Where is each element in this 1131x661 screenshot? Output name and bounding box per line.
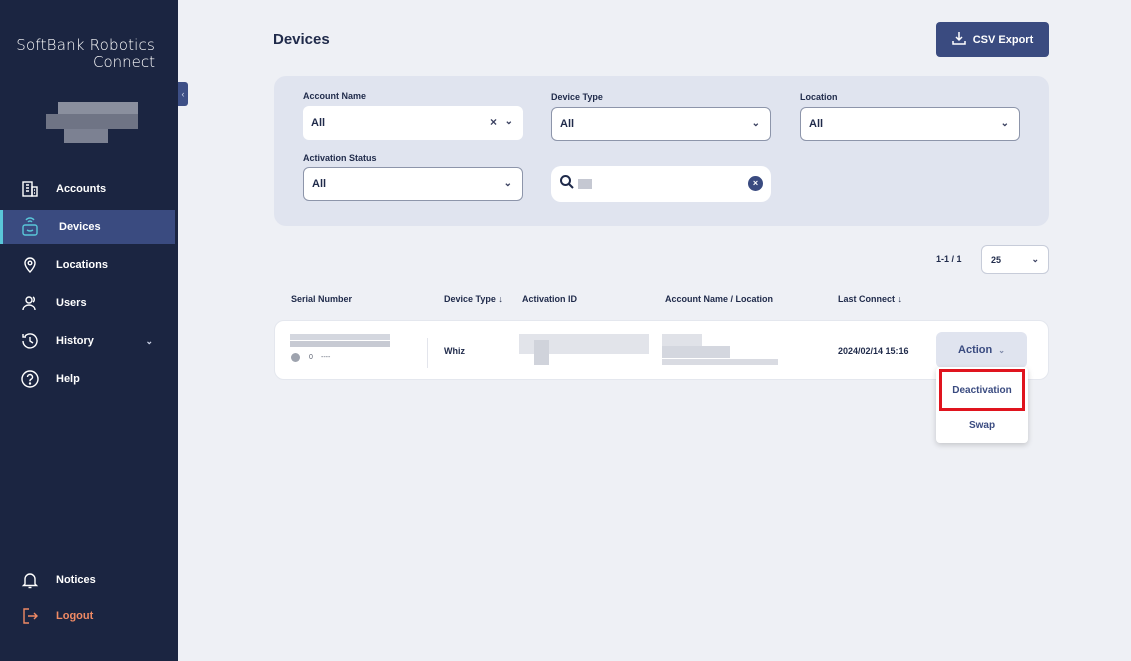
search-icon [559,174,575,195]
device-type-cell: Whiz [444,346,465,356]
csv-export-label: CSV Export [972,33,1034,46]
account-name-value: All [311,117,326,129]
status-text: ---- [321,354,331,361]
column-header-serial: Serial Number [291,294,353,304]
column-header-activation-id: Activation ID [522,294,578,304]
per-page-select[interactable]: 25 ⌄ [981,245,1049,274]
sidebar-item-label: Logout [56,610,94,622]
account-location-redacted [662,346,730,358]
last-connect-cell: 2024/02/14 15:16 [838,346,909,356]
column-header-account-location: Account Name / Location [665,294,774,304]
cell-divider [427,338,428,368]
activation-id-redacted [534,340,549,365]
chevron-down-icon: ⌄ [751,118,760,129]
chevron-down-icon: ⌄ [503,178,512,189]
menu-item-swap[interactable]: Swap [936,407,1028,443]
column-header-device-type[interactable]: Device Type ↓ [444,294,503,304]
logout-icon [20,606,40,626]
sidebar-collapse-toggle[interactable]: ‹ [178,82,188,106]
sidebar-item-label: Users [56,297,87,309]
status-count: 0 [309,354,313,361]
chevron-down-icon: ⌄ [998,345,1005,355]
sidebar-item-logout[interactable]: Logout [0,599,175,633]
sidebar-item-locations[interactable]: Locations [0,248,175,282]
sidebar-item-label: History [56,335,94,347]
pagination-range: 1-1 / 1 [936,254,962,264]
sidebar-item-label: Devices [59,221,101,233]
sidebar-item-users[interactable]: Users [0,286,175,320]
robot-icon [20,217,40,237]
device-type-value: All [560,118,575,130]
action-label: Action [958,344,993,356]
account-location-redacted [662,334,702,346]
status-dot-icon [291,353,300,362]
device-type-label: Device Type [551,92,603,102]
sidebar-item-history[interactable]: History ⌄ [0,324,175,358]
brand-subname: Connect [92,53,155,71]
location-value: All [809,118,824,130]
sidebar-item-accounts[interactable]: Accounts [0,172,175,206]
brand-logo: SoftBank Robotics Connect [16,36,155,71]
action-menu: Deactivation Swap [936,367,1028,443]
chevron-down-icon: ⌄ [1000,118,1009,129]
sidebar-item-label: Help [56,373,80,385]
device-type-select[interactable]: All ⌄ [551,107,771,141]
bell-icon [20,570,40,590]
sidebar-item-label: Accounts [56,183,107,195]
sidebar-item-label: Locations [56,259,108,271]
search-input[interactable]: × [551,166,771,202]
chevron-down-icon: ⌄ [1031,254,1039,264]
account-location-redacted [662,359,778,365]
location-select[interactable]: All ⌄ [800,107,1020,141]
users-icon [20,293,40,313]
action-button[interactable]: Action ⌄ [936,332,1027,368]
chevron-down-icon: ⌄ [145,335,153,346]
sidebar-item-help[interactable]: Help [0,362,175,396]
serial-redacted [290,341,390,347]
download-icon [951,31,966,48]
location-pin-icon [20,255,40,275]
brand-name: SoftBank Robotics [16,36,155,54]
csv-export-button[interactable]: CSV Export [936,22,1049,57]
column-header-last-connect[interactable]: Last Connect ↓ [838,294,902,304]
search-query-redacted [578,179,592,189]
building-icon [20,179,40,199]
location-label: Location [800,92,838,102]
help-icon [20,369,40,389]
sidebar-item-devices[interactable]: Devices [0,210,175,244]
account-name-select[interactable]: All × ⌄ [303,106,523,140]
chevron-down-icon: ⌄ [504,116,513,127]
serial-redacted [290,334,390,340]
page-title: Devices [273,31,330,48]
activation-status-label: Activation Status [303,153,377,163]
account-name-label: Account Name [303,91,367,101]
activation-status-select[interactable]: All ⌄ [303,167,523,201]
filter-panel [274,76,1049,226]
activation-status-value: All [312,178,327,190]
menu-item-deactivation[interactable]: Deactivation [939,369,1025,411]
sidebar-item-notices[interactable]: Notices [0,563,175,597]
per-page-value: 25 [991,254,1002,265]
account-logo [46,102,138,144]
clear-search-icon[interactable]: × [748,176,763,191]
sidebar-item-label: Notices [56,574,96,586]
history-icon [20,331,40,351]
sidebar: SoftBank Robotics Connect Accounts Devic… [0,0,178,661]
clear-icon[interactable]: × [490,115,497,129]
